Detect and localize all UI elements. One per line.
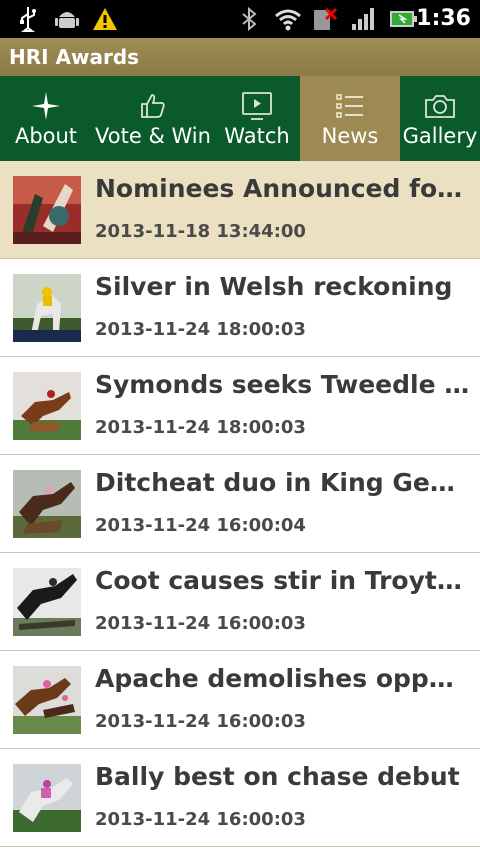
news-item[interactable]: Apache demolishes opposition 2013-11-24 … <box>0 651 480 749</box>
bluetooth-icon <box>238 6 260 32</box>
clock: 1:36 <box>416 6 471 31</box>
news-thumbnail <box>13 372 81 440</box>
news-thumbnail <box>13 274 81 342</box>
tv-play-icon <box>214 90 300 122</box>
news-title: Bally best on chase debut <box>95 762 460 791</box>
app-title: HRI Awards <box>9 45 140 69</box>
tab-news[interactable]: News <box>300 76 400 161</box>
battery-icon <box>388 6 418 32</box>
tab-label: News <box>321 124 379 148</box>
news-title: Ditcheat duo in King George picture <box>95 468 470 497</box>
news-thumbnail <box>13 666 81 734</box>
news-title: Apache demolishes opposition <box>95 664 470 693</box>
news-date: 2013-11-24 16:00:03 <box>95 809 306 830</box>
news-item[interactable]: Bally best on chase debut 2013-11-24 16:… <box>0 749 480 847</box>
news-list: Nominees Announced for the 2013 HRI Awar… <box>0 161 480 847</box>
thumbs-up-icon <box>92 90 214 122</box>
tab-label: Watch <box>224 124 290 148</box>
news-date: 2013-11-24 16:00:03 <box>95 711 306 732</box>
no-sim-icon <box>312 6 338 32</box>
tab-bar: About Vote & Win Watch News Gallery <box>0 76 480 161</box>
wifi-icon <box>274 6 302 32</box>
signal-icon <box>350 6 376 32</box>
tab-label: Vote & Win <box>95 124 211 148</box>
news-title: Coot causes stir in Troytown <box>95 566 470 595</box>
tab-gallery[interactable]: Gallery <box>400 76 480 161</box>
tab-vote-win[interactable]: Vote & Win <box>92 76 214 161</box>
news-item[interactable]: Silver in Welsh reckoning 2013-11-24 18:… <box>0 259 480 357</box>
app-title-bar: HRI Awards <box>0 38 480 77</box>
usb-icon <box>16 6 40 32</box>
news-item[interactable]: Symonds seeks Tweedle trick 2013-11-24 1… <box>0 357 480 455</box>
status-bar: 1:36 <box>0 0 480 38</box>
news-title: Nominees Announced for the 2013 HRI Awar… <box>95 174 470 203</box>
tab-about[interactable]: About <box>0 76 92 161</box>
camera-icon <box>400 90 480 122</box>
news-item[interactable]: Nominees Announced for the 2013 HRI Awar… <box>0 161 480 259</box>
news-title: Silver in Welsh reckoning <box>95 272 453 301</box>
tab-label: About <box>14 124 78 148</box>
news-item[interactable]: Ditcheat duo in King George picture 2013… <box>0 455 480 553</box>
android-debug-icon <box>54 6 80 32</box>
news-thumbnail <box>13 176 81 244</box>
star-icon <box>0 90 92 122</box>
news-thumbnail <box>13 470 81 538</box>
tab-label: Gallery <box>402 124 478 148</box>
list-icon <box>300 90 400 122</box>
news-thumbnail <box>13 764 81 832</box>
news-title: Symonds seeks Tweedle trick <box>95 370 470 399</box>
tab-watch[interactable]: Watch <box>214 76 300 161</box>
news-date: 2013-11-18 13:44:00 <box>95 221 306 242</box>
news-date: 2013-11-24 16:00:04 <box>95 515 306 536</box>
warning-icon <box>92 6 118 32</box>
news-date: 2013-11-24 18:00:03 <box>95 417 306 438</box>
news-thumbnail <box>13 568 81 636</box>
news-date: 2013-11-24 18:00:03 <box>95 319 306 340</box>
news-date: 2013-11-24 16:00:03 <box>95 613 306 634</box>
news-item[interactable]: Coot causes stir in Troytown 2013-11-24 … <box>0 553 480 651</box>
